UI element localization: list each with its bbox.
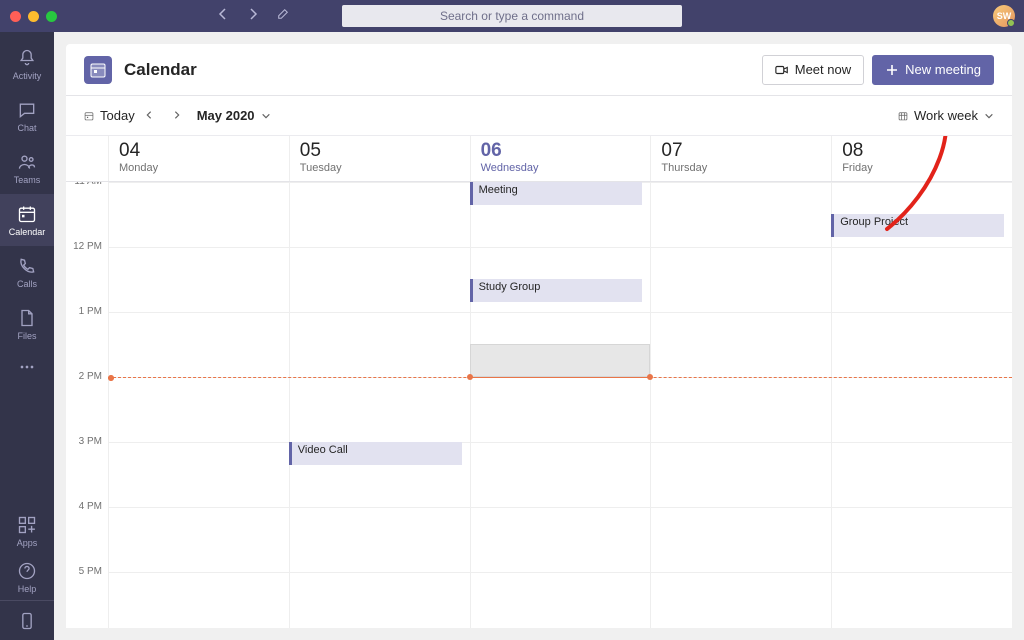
prev-period-button[interactable] <box>135 108 163 123</box>
chevron-down-icon <box>261 111 271 121</box>
event-video-call[interactable]: Video Call <box>289 442 462 465</box>
sidebar-item-label: Teams <box>14 175 41 185</box>
sidebar-item-apps[interactable]: Apps <box>0 508 54 554</box>
close-window-icon[interactable] <box>10 11 21 22</box>
compose-icon[interactable] <box>277 7 289 25</box>
new-meeting-button[interactable]: New meeting <box>872 55 994 85</box>
hour-label: 5 PM <box>66 566 108 628</box>
file-icon <box>17 308 37 328</box>
view-picker[interactable]: Work week <box>898 108 994 123</box>
calendar-app-icon <box>84 56 112 84</box>
sidebar-item-chat[interactable]: Chat <box>0 90 54 142</box>
apps-icon <box>17 515 37 535</box>
teams-icon <box>17 152 37 172</box>
window-controls[interactable] <box>10 11 57 22</box>
avatar[interactable]: SW <box>993 5 1015 27</box>
page-title: Calendar <box>124 60 197 80</box>
day-header[interactable]: 04Monday <box>108 136 289 181</box>
sidebar-item-teams[interactable]: Teams <box>0 142 54 194</box>
sidebar-item-label: Calls <box>17 279 37 289</box>
sidebar-item-label: Activity <box>13 71 42 81</box>
sidebar-item-activity[interactable]: Activity <box>0 38 54 90</box>
maximize-window-icon[interactable] <box>46 11 57 22</box>
today-icon <box>84 111 94 121</box>
selected-timeslot[interactable] <box>470 344 651 377</box>
titlebar: Search or type a command SW <box>0 0 1024 32</box>
sidebar-item-label: Help <box>18 584 37 594</box>
sidebar-item-help[interactable]: Help <box>0 554 54 600</box>
nav-forward-button[interactable] <box>247 7 259 25</box>
view-label: Work week <box>914 108 978 123</box>
hour-label: 2 PM <box>66 371 108 436</box>
search-input[interactable]: Search or type a command <box>342 5 682 27</box>
hour-label: 1 PM <box>66 306 108 371</box>
video-icon <box>775 63 789 77</box>
day-header[interactable]: 05Tuesday <box>289 136 470 181</box>
day-headers: 04Monday 05Tuesday 06Wednesday 07Thursda… <box>66 136 1012 182</box>
minimize-window-icon[interactable] <box>28 11 39 22</box>
new-meeting-label: New meeting <box>905 62 981 77</box>
event-meeting[interactable]: Meeting <box>470 182 643 205</box>
sidebar-item-label: Chat <box>17 123 36 133</box>
hour-label: 12 PM <box>66 241 108 306</box>
main-area: Calendar Meet now New meeting Today May … <box>54 32 1024 640</box>
nav-back-button[interactable] <box>217 7 229 25</box>
current-time-indicator <box>108 377 1012 378</box>
calendar-toolbar: Today May 2020 Work week <box>66 96 1012 136</box>
day-header[interactable]: 07Thursday <box>650 136 831 181</box>
calendar-body: 04Monday 05Tuesday 06Wednesday 07Thursda… <box>66 136 1012 628</box>
sidebar-item-calendar[interactable]: Calendar <box>0 194 54 246</box>
sidebar-item-mobile[interactable] <box>0 600 54 640</box>
chat-icon <box>17 100 37 120</box>
event-group-project[interactable]: Group Project <box>831 214 1004 237</box>
hour-label: 11 AM <box>66 182 108 241</box>
month-year-picker[interactable]: May 2020 <box>197 108 271 123</box>
hour-label: 4 PM <box>66 501 108 566</box>
hour-label: 3 PM <box>66 436 108 501</box>
meet-now-button[interactable]: Meet now <box>762 55 864 85</box>
presence-indicator-icon <box>1007 19 1015 27</box>
more-icon <box>17 357 37 377</box>
sidebar-item-label: Files <box>17 331 36 341</box>
day-header[interactable]: 08Friday <box>831 136 1012 181</box>
page-header: Calendar Meet now New meeting <box>66 44 1012 96</box>
chevron-down-icon <box>984 111 994 121</box>
time-grid[interactable]: 11 AM 12 PM 1 PM 2 PM 3 PM 4 PM 5 PM 6 P… <box>66 182 1012 628</box>
month-year-label: May 2020 <box>197 108 255 123</box>
app-sidebar: Activity Chat Teams Calendar Calls Files <box>0 32 54 640</box>
meet-now-label: Meet now <box>795 62 851 77</box>
sidebar-item-label: Apps <box>17 538 38 548</box>
workweek-icon <box>898 111 908 121</box>
event-study-group[interactable]: Study Group <box>470 279 643 302</box>
next-period-button[interactable] <box>163 108 191 123</box>
sidebar-item-files[interactable]: Files <box>0 298 54 350</box>
help-icon <box>17 561 37 581</box>
sidebar-item-label: Calendar <box>9 227 46 237</box>
now-dot-icon <box>467 374 473 380</box>
calendar-icon <box>17 204 37 224</box>
today-button[interactable]: Today <box>84 108 135 123</box>
bell-icon <box>17 48 37 68</box>
day-header-today[interactable]: 06Wednesday <box>470 136 651 181</box>
sidebar-more-button[interactable] <box>0 350 54 384</box>
plus-icon <box>885 63 899 77</box>
search-placeholder: Search or type a command <box>440 9 584 23</box>
phone-icon <box>17 256 37 276</box>
mobile-icon <box>17 611 37 631</box>
today-label: Today <box>100 108 135 123</box>
sidebar-item-calls[interactable]: Calls <box>0 246 54 298</box>
